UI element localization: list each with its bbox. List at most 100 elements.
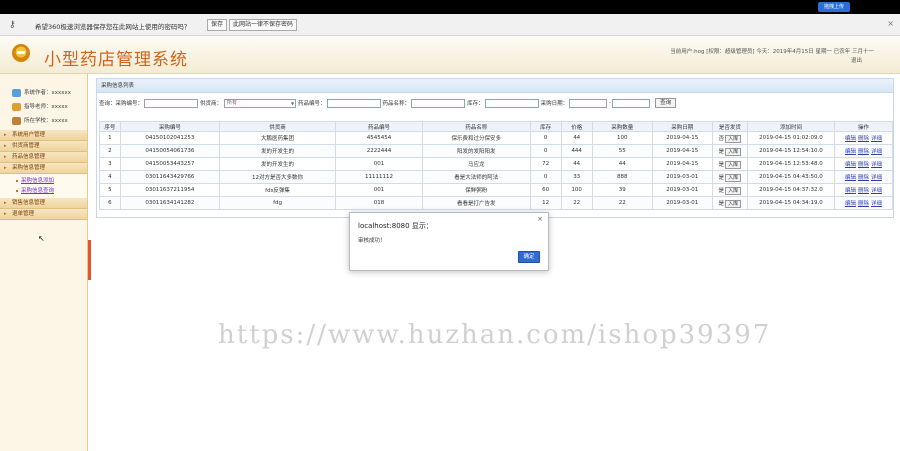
submenu-purchase-add[interactable]: 采购信息添加 (16, 176, 87, 186)
dialog-ok-button[interactable]: 确定 (518, 251, 540, 263)
browser-top-strip: 拖拽上传 (0, 0, 900, 14)
cell-operations: 编辑 删除 详细 (833, 183, 894, 197)
drug-no-input[interactable] (326, 98, 381, 108)
info-author: 系统作者：xxxxxx (12, 86, 87, 100)
cell-pid: 04150102041253 (119, 131, 221, 145)
system-icon (12, 89, 21, 97)
col-header: 库存 (529, 121, 562, 132)
logo-icon (12, 44, 30, 62)
cell-shipped: 是入库 (711, 170, 748, 184)
cell-qty: 55 (591, 144, 653, 158)
purchase-list-panel: 采购信息列表 查询：采购编号： 供货商： 所有 药品编号： 药品名称： 库存： … (96, 78, 894, 218)
cell-price: 44 (560, 157, 593, 171)
cell-supplier: 发的开发生的 (219, 144, 337, 158)
menu-sales[interactable]: 销售信息管理 (0, 198, 87, 209)
stock-in-button[interactable]: 入库 (725, 173, 742, 182)
detail-link[interactable]: 详细 (871, 149, 882, 155)
info-teacher: 指导老师：xxxxx (12, 100, 87, 114)
stock-in-button[interactable]: 入库 (725, 160, 742, 169)
label-drug-no: 药品编号： (298, 101, 326, 107)
stock-input[interactable] (484, 98, 539, 108)
table-row: 5 03011637211954 fds反弹集 001 保鲜粥粉 60 100 39 2019-… (99, 183, 894, 197)
delete-link[interactable]: 删除 (858, 136, 869, 142)
menu-purchases[interactable]: 采购信息管理 (0, 163, 87, 174)
menu-suppliers[interactable]: 供货商管理 (0, 141, 87, 152)
cell-price: 100 (560, 183, 593, 197)
cell-pid: 04150054061736 (119, 144, 221, 158)
detail-link[interactable]: 详细 (871, 188, 882, 194)
detail-link[interactable]: 详细 (871, 175, 882, 181)
date-end-input[interactable] (612, 98, 651, 108)
info-teacher-label: 指导老师：xxxxx (24, 104, 68, 110)
label-supplier: 供货商： (200, 101, 223, 107)
col-header: 添加时间 (746, 121, 835, 132)
edit-link[interactable]: 编辑 (845, 188, 856, 194)
edit-link[interactable]: 编辑 (845, 149, 856, 155)
dialog-close-icon[interactable]: × (537, 215, 543, 223)
cell-shipped: 是入库 (711, 183, 748, 197)
cell-date: 2019-03-01 (651, 183, 713, 197)
cell-stock: 0 (529, 144, 562, 158)
query-button[interactable]: 查询 (655, 98, 677, 108)
stock-in-button[interactable]: 入库 (725, 134, 742, 143)
cell-drug-name: 阳发的发阳阳发 (421, 144, 531, 158)
col-header: 序号 (99, 121, 121, 132)
stock-in-button[interactable]: 入库 (725, 199, 742, 208)
drug-name-input[interactable] (411, 98, 466, 108)
info-author-label: 系统作者：xxxxxx (24, 90, 72, 96)
table-row: 2 04150054061736 发的开发生的 2222444 阳发的发阳阳发 0 444 5… (99, 144, 894, 158)
sidebar-splitter[interactable] (88, 240, 91, 280)
edit-link[interactable]: 编辑 (845, 136, 856, 142)
cell-no: 1 (99, 131, 121, 145)
delete-link[interactable]: 删除 (858, 149, 869, 155)
edit-link[interactable]: 编辑 (845, 201, 856, 207)
cell-drug-name: 保乐费和过分保安多 (421, 131, 531, 145)
cell-added-time: 2019-04-15 01:02:09.0 (746, 131, 835, 145)
cell-drug-no: 2222444 (335, 144, 423, 158)
cell-stock: 0 (529, 131, 562, 145)
upload-button[interactable]: 拖拽上传 (817, 2, 850, 12)
system-title: 小型药店管理系统 (44, 50, 188, 70)
app-header: 小型药店管理系统 当前用户:hog [权限：超级管理员] 今天：2019年4月1… (0, 36, 900, 74)
cell-supplier: 大鹏医药集团 (219, 131, 337, 145)
cell-drug-no: 11111112 (335, 170, 423, 184)
edit-link[interactable]: 编辑 (845, 162, 856, 168)
never-save-password-button[interactable]: 此网站一律不保存密码 (229, 19, 298, 31)
detail-link[interactable]: 详细 (871, 162, 882, 168)
stock-in-button[interactable]: 入库 (725, 147, 742, 156)
cell-shipped: 否入库 (711, 131, 748, 145)
col-header: 采购数量 (591, 121, 653, 132)
delete-link[interactable]: 删除 (858, 175, 869, 181)
close-icon[interactable]: × (887, 19, 894, 28)
supplier-select[interactable]: 所有 (224, 98, 297, 108)
cell-drug-name: 马应龙 (421, 157, 531, 171)
shipped-value: 是 (718, 148, 725, 155)
cell-drug-no: 001 (335, 157, 423, 171)
menu-system-users[interactable]: 系统用户管理 (0, 130, 87, 141)
cell-added-time: 2019-04-15 04:37:32.0 (746, 183, 835, 197)
info-school-label: 所在学校：xxxxx (24, 118, 68, 124)
edit-link[interactable]: 编辑 (845, 175, 856, 181)
cell-stock: 12 (529, 196, 562, 210)
delete-link[interactable]: 删除 (858, 162, 869, 168)
save-password-button[interactable]: 保存 (207, 19, 228, 31)
detail-link[interactable]: 详细 (871, 201, 882, 207)
stock-in-button[interactable]: 入库 (725, 186, 742, 195)
detail-link[interactable]: 详细 (871, 136, 882, 142)
submenu-purchase-query[interactable]: 采购信息查询 (16, 186, 87, 196)
purchase-no-input[interactable] (144, 98, 199, 108)
menu-returns[interactable]: 退单管理 (0, 209, 87, 220)
label-date: 采购日期： (540, 101, 569, 107)
logout-link[interactable]: 退出 (664, 57, 862, 66)
menu-drugs[interactable]: 药品信息管理 (0, 152, 87, 163)
delete-link[interactable]: 删除 (858, 201, 869, 207)
panel-title: 采购信息列表 (97, 79, 893, 93)
cell-added-time: 2019-04-15 04:34:19.0 (746, 196, 835, 210)
cell-operations: 编辑 删除 详细 (833, 170, 894, 184)
cell-date: 2019-04-15 (651, 144, 713, 158)
table-row: 6 03011634141282 fdg 018 看看是打广告发 12 22 22 2019-0… (99, 196, 894, 210)
delete-link[interactable]: 删除 (858, 188, 869, 194)
cell-operations: 编辑 删除 详细 (833, 144, 894, 158)
purchase-table: 序号 采购编号 供货商 药品编号 药品名称 库存 价格 采购数量 采购日期 是否… (99, 121, 894, 210)
date-start-input[interactable] (569, 98, 608, 108)
